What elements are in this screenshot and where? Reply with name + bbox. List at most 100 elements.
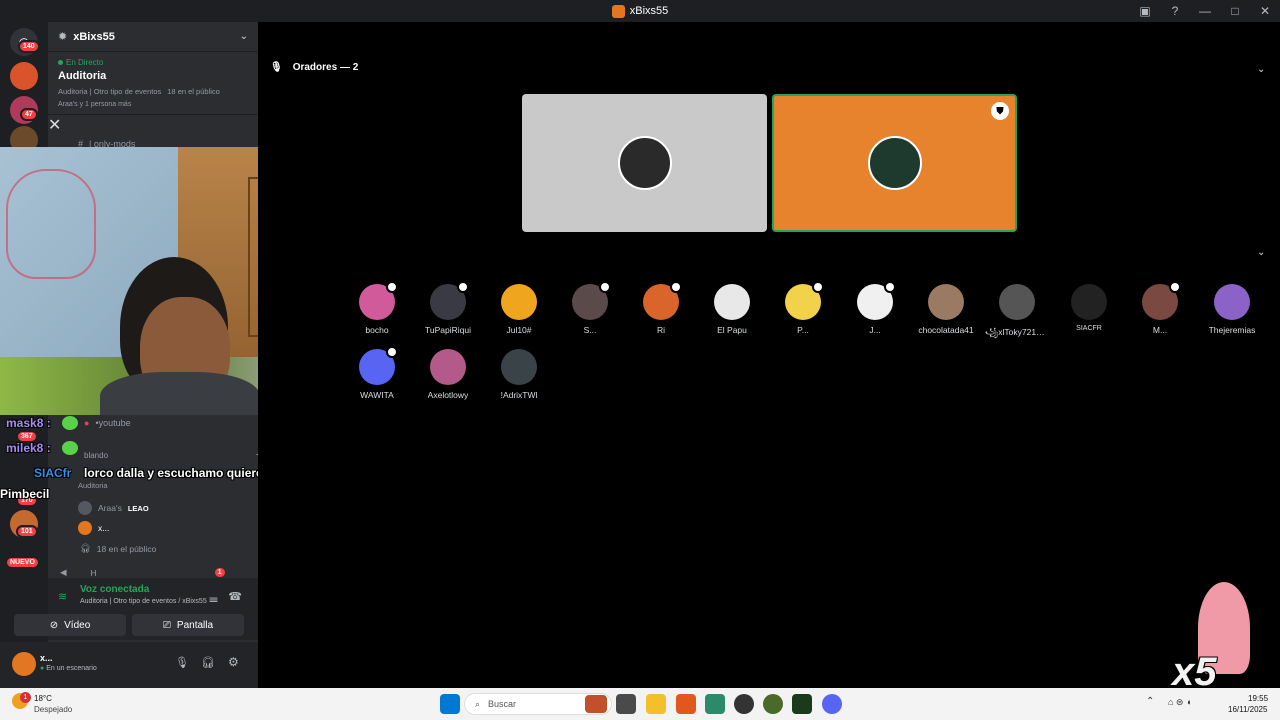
file-explorer-icon[interactable]: [646, 694, 666, 714]
avatar: [928, 284, 964, 320]
stage-member[interactable]: x...: [78, 521, 109, 535]
audience-member[interactable]: M...: [1128, 281, 1192, 335]
channel-youtube[interactable]: ● •youtube: [84, 418, 131, 428]
server-header[interactable]: ✹ xBixs55 ⌄: [48, 22, 258, 52]
audience-name: chocolatada41: [918, 325, 974, 335]
chat-overlay-user: milek8 :: [6, 441, 51, 455]
help-icon[interactable]: ?: [1160, 0, 1190, 22]
video-button[interactable]: ⊘ Vídeo: [14, 614, 126, 636]
weather-temp: 18°C: [34, 694, 52, 703]
headphones-icon: 🎧︎: [80, 543, 91, 553]
terminal-icon[interactable]: [792, 694, 812, 714]
audience-member[interactable]: Thejeremias: [1200, 284, 1264, 335]
noise-suppression-icon[interactable]: 𝍢: [209, 590, 218, 609]
server-icon[interactable]: [10, 62, 38, 90]
notification-badge: 101: [16, 525, 38, 538]
stage-sublabel: Auditoria: [78, 481, 108, 490]
server-name: xBixs55: [73, 30, 115, 43]
close-button[interactable]: ✕: [1250, 0, 1280, 22]
member-name: Araa's: [98, 503, 122, 513]
close-icon[interactable]: ✕: [48, 115, 258, 135]
avatar: [617, 136, 672, 190]
search-highlight-icon: [585, 695, 607, 713]
live-tag: En Directo: [58, 58, 248, 67]
moderator-icon: [1169, 281, 1181, 293]
channel-label: H: [90, 567, 97, 578]
audience-member[interactable]: Ri: [629, 281, 693, 335]
server-boost-icon: ✹: [58, 31, 68, 43]
avatar: [359, 281, 398, 320]
inbox-icon[interactable]: ▣: [1130, 0, 1160, 22]
member-tag: LEAO: [127, 503, 149, 513]
user-panel: x... ● En un escenario 🎙︎ 🎧︎ ⚙: [0, 642, 258, 688]
audience-name: ꧁xlToky7214꧂...: [985, 327, 1049, 337]
voice-status[interactable]: Voz conectada: [80, 584, 250, 595]
audience-member[interactable]: Axelotlowy: [416, 349, 480, 400]
channel-h[interactable]: ◀︎ H 1: [60, 567, 225, 578]
live-stage-card[interactable]: En Directo Auditoria Auditoria | Otro ti…: [48, 52, 258, 115]
chevron-down-icon: ⌄: [239, 31, 248, 42]
gear-icon[interactable]: ⚙: [228, 655, 239, 669]
new-badge[interactable]: NUEVO: [5, 556, 40, 569]
headphones-icon[interactable]: 🎧︎: [201, 656, 215, 669]
audience-name: !AdrixTWl: [500, 390, 538, 400]
category-hablando[interactable]: blando +: [84, 449, 262, 461]
user-status: ● En un escenario: [40, 665, 97, 672]
tray-icons[interactable]: ⌂ ⊜ ◖: [1168, 697, 1191, 708]
chevron-down-icon[interactable]: ⌄: [1257, 247, 1265, 258]
audience-member[interactable]: Jul10#: [487, 284, 551, 335]
voice-channel-info: Auditoria | Otro tipo de eventos / xBixs…: [80, 598, 207, 605]
windows-start-icon[interactable]: [440, 694, 460, 714]
screen-share-button[interactable]: ⎚ Pantalla: [132, 614, 244, 636]
moderator-icon: [457, 281, 469, 293]
notepad-icon[interactable]: [705, 694, 725, 714]
speakers-header: 🎙︎ Oradores — 2: [270, 62, 358, 73]
chevron-down-icon[interactable]: ⌄: [1257, 64, 1265, 75]
chevron-up-icon[interactable]: ⌃: [1146, 696, 1154, 707]
audience-member[interactable]: !AdrixTWl: [487, 349, 551, 400]
audience-member[interactable]: P...: [771, 281, 835, 335]
avatar[interactable]: [12, 652, 36, 676]
audience-name: J...: [869, 325, 881, 335]
maximize-button[interactable]: □: [1220, 0, 1250, 22]
clock-time[interactable]: 19:55: [1248, 694, 1268, 703]
avatar: [999, 284, 1035, 320]
obs-icon[interactable]: [734, 694, 754, 714]
discord-taskbar-icon[interactable]: [822, 694, 842, 714]
speaker-tile[interactable]: [522, 94, 767, 232]
window-title: xBixs55: [611, 4, 668, 18]
avatar: [430, 281, 469, 320]
audience-name: WAWITA: [360, 390, 394, 400]
live-participants: Araa's y 1 persona más: [58, 101, 132, 108]
audience-member[interactable]: S...: [558, 281, 622, 335]
live-title: Auditoria: [58, 70, 107, 82]
moderator-icon: [884, 281, 896, 293]
audience-name: M...: [1152, 325, 1168, 335]
stage-member[interactable]: Araa's LEAO: [78, 501, 149, 515]
audience-member[interactable]: ꧁xlToky7214꧂...: [985, 284, 1049, 343]
audience-name: TuPapiRiqui: [425, 325, 471, 335]
weather-badge: 1: [20, 692, 31, 703]
title-bar: xBixs55 ▣ ? — □ ✕: [0, 0, 1280, 22]
avatar: [643, 281, 682, 320]
clock-date[interactable]: 16/11/2025: [1228, 705, 1267, 714]
stage-audience[interactable]: 🎧︎ 18 en el público: [80, 543, 156, 554]
brave-browser-icon[interactable]: [676, 694, 696, 714]
audience-member[interactable]: bocho: [345, 281, 409, 335]
minimize-button[interactable]: —: [1190, 0, 1220, 22]
live-meta: Auditoria | Otro tipo de eventos: [58, 87, 162, 96]
audience-member[interactable]: chocolatada41: [914, 284, 978, 335]
audience-member[interactable]: J...: [843, 281, 907, 335]
microphone-icon[interactable]: 🎙︎: [175, 656, 189, 669]
audience-member[interactable]: El Papu: [700, 284, 764, 335]
audience-member[interactable]: WAWITA: [345, 346, 409, 400]
audience-member[interactable]: SIACFR: [1057, 284, 1121, 332]
task-view-icon[interactable]: [616, 694, 636, 714]
speaker-tile[interactable]: ⛊: [772, 94, 1017, 232]
screen-label: Pantalla: [176, 619, 214, 631]
camera-wall-drawing: [6, 169, 96, 279]
disconnect-icon[interactable]: ☎: [228, 590, 242, 603]
audience-member[interactable]: TuPapiRiqui: [416, 281, 480, 335]
avatar: [501, 349, 537, 385]
app-icon[interactable]: [763, 694, 783, 714]
